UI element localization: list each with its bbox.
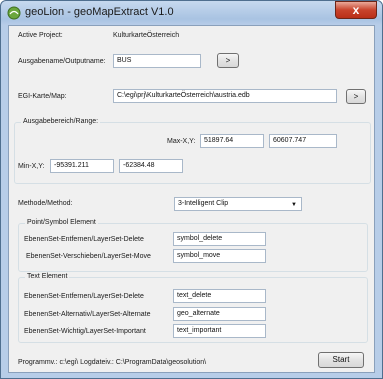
max-xy-label: Max-X,Y: [167, 138, 196, 145]
close-button[interactable]: x [335, 1, 377, 19]
min-y-input[interactable]: -62384.48 [119, 159, 183, 173]
symbol-move-input[interactable]: symbol_move [173, 249, 266, 263]
client-area: Active Project: KulturkarteÖsterreich Au… [8, 25, 375, 373]
start-button[interactable]: Start [318, 352, 364, 368]
window-title: geoLion - geoMapExtract V1.0 [25, 6, 174, 18]
map-browse-button[interactable]: > [346, 89, 366, 104]
method-selected: 3-Intelligent Clip [178, 200, 229, 207]
output-name-input[interactable]: BUS [113, 54, 201, 68]
text-alternate-label: EbenenSet-Alternativ/LayerSet-Alternate [24, 311, 151, 318]
min-xy-label: Min-X,Y: [18, 163, 45, 170]
map-label: EGI-Karte/Map: [18, 93, 67, 100]
max-x-input[interactable]: 51897.64 [200, 134, 264, 148]
active-project-label: Active Project: [18, 32, 63, 39]
symbol-move-label: EbenenSet-Verschieben/LayerSet-Move [26, 253, 151, 260]
text-delete-input[interactable]: text_delete [173, 289, 266, 303]
title-bar[interactable]: geoLion - geoMapExtract V1.0 x [1, 1, 382, 25]
text-group-title: Text Element [25, 272, 70, 282]
point-group-title: Point/Symbol Element [25, 218, 98, 228]
symbol-delete-label: EbenenSet-Entfernen/LayerSet-Delete [24, 236, 144, 243]
text-important-input[interactable]: text_important [173, 324, 266, 338]
geolion-app-icon [7, 6, 21, 20]
text-delete-label: EbenenSet-Entfernen/LayerSet-Delete [24, 293, 144, 300]
text-alternate-input[interactable]: geo_alternate [173, 307, 266, 321]
method-dropdown[interactable]: 3-Intelligent Clip ▼ [174, 197, 302, 211]
point-symbol-group: Point/Symbol Element [18, 218, 368, 272]
symbol-delete-input[interactable]: symbol_delete [173, 232, 266, 246]
app-window: geoLion - geoMapExtract V1.0 x Active Pr… [0, 0, 383, 379]
range-group: Ausgabebereich/Range: [14, 117, 371, 184]
range-group-title: Ausgabebereich/Range: [21, 117, 101, 127]
text-important-label: EbenenSet-Wichtig/LayerSet-Important [24, 328, 146, 335]
active-project-value: KulturkarteÖsterreich [113, 32, 180, 39]
map-path-input[interactable]: C:\egi\prj\KulturkarteÖsterreich\austria… [113, 89, 337, 103]
dropdown-arrow-icon: ▼ [291, 202, 297, 208]
status-path-text: Programmv.: c:\egi\ Logdateiv.: C:\Progr… [18, 359, 207, 366]
output-browse-button[interactable]: > [217, 53, 239, 68]
min-x-input[interactable]: -95391.211 [50, 159, 114, 173]
method-label: Methode/Method: [18, 200, 73, 207]
max-y-input[interactable]: 60607.747 [269, 134, 337, 148]
output-name-label: Ausgabename/Outputname: [18, 58, 106, 65]
